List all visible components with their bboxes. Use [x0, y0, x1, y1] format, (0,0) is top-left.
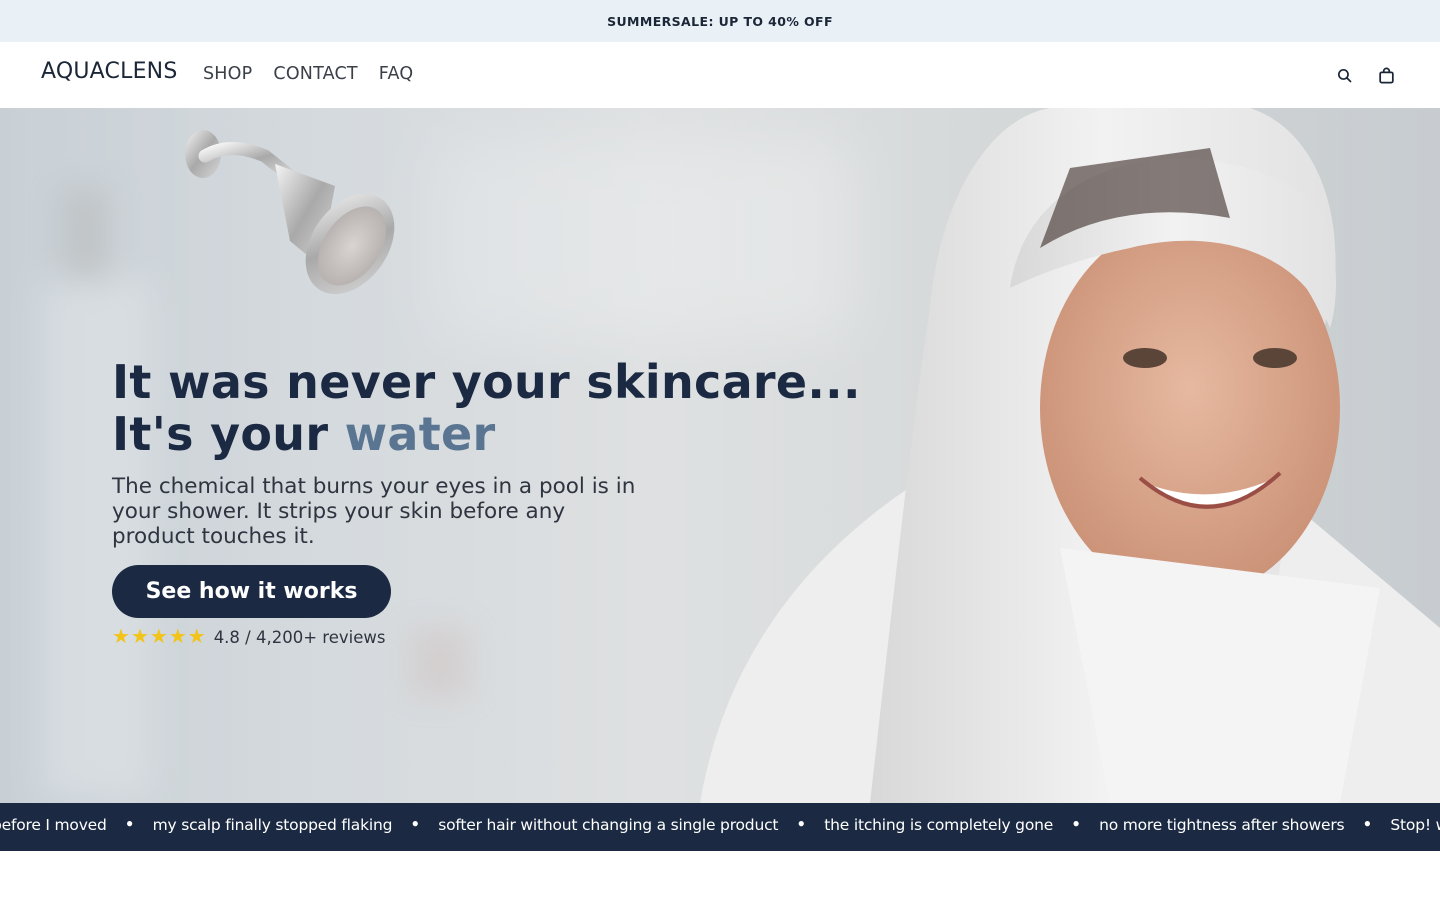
- announcement-bar: SUMMERSALE: UP TO 40% OFF: [0, 0, 1440, 42]
- nav-shop[interactable]: SHOP: [203, 64, 252, 84]
- see-how-it-works-button[interactable]: See how it works: [112, 565, 391, 618]
- separator-dot: ●: [1363, 816, 1372, 830]
- marquee-item: Stop! wasting money on p: [1390, 816, 1440, 834]
- separator-dot: ●: [411, 816, 419, 830]
- marquee-track: before I moved ● my scalp finally stoppe…: [0, 816, 1440, 834]
- separator-dot: ●: [126, 816, 134, 830]
- separator-dot: ●: [797, 816, 805, 830]
- star-icon: ★: [112, 626, 130, 648]
- testimonial-marquee: before I moved ● my scalp finally stoppe…: [0, 803, 1440, 851]
- star-icon: ★: [149, 626, 168, 648]
- announcement-text: SUMMERSALE: UP TO 40% OFF: [607, 13, 833, 29]
- star-icon: ★: [187, 626, 206, 648]
- shower-head-icon: [185, 130, 395, 295]
- hero-headline: It was never your skincare... It's your …: [112, 356, 861, 460]
- main-nav: SHOP CONTACT FAQ: [203, 64, 413, 84]
- nav-faq[interactable]: FAQ: [379, 64, 414, 84]
- marquee-item: softer hair without changing a single pr…: [438, 816, 779, 834]
- star-icon: ★: [168, 626, 187, 648]
- hero-subtext: The chemical that burns your eyes in a p…: [112, 474, 636, 549]
- site-header: AQUACLENS SHOP CONTACT FAQ: [0, 42, 1440, 108]
- marquee-item: the itching is completely gone: [824, 816, 1054, 834]
- marquee-item: my scalp finally stopped flaking: [152, 816, 393, 834]
- hero-section: It was never your skincare... It's your …: [0, 108, 1440, 803]
- marquee-item: no more tightness after showers: [1099, 816, 1345, 834]
- rating-summary[interactable]: ★ ★ ★ ★ ★ 4.8 / 4,200+ reviews: [112, 627, 385, 647]
- logo[interactable]: AQUACLENS: [41, 59, 178, 84]
- cart-icon[interactable]: [1375, 64, 1397, 86]
- star-icon: ★: [130, 626, 149, 648]
- headline-accent-word: water: [344, 407, 496, 461]
- separator-dot: ●: [1072, 816, 1080, 830]
- star-rating: ★ ★ ★ ★ ★: [112, 627, 206, 647]
- rating-text: 4.8 / 4,200+ reviews: [213, 627, 386, 647]
- headline-line-1: It was never your skincare...: [112, 355, 861, 409]
- headline-line-2-prefix: It's your: [112, 407, 345, 461]
- search-icon[interactable]: [1333, 64, 1355, 86]
- marquee-item: before I moved: [0, 816, 107, 834]
- nav-contact[interactable]: CONTACT: [273, 64, 357, 84]
